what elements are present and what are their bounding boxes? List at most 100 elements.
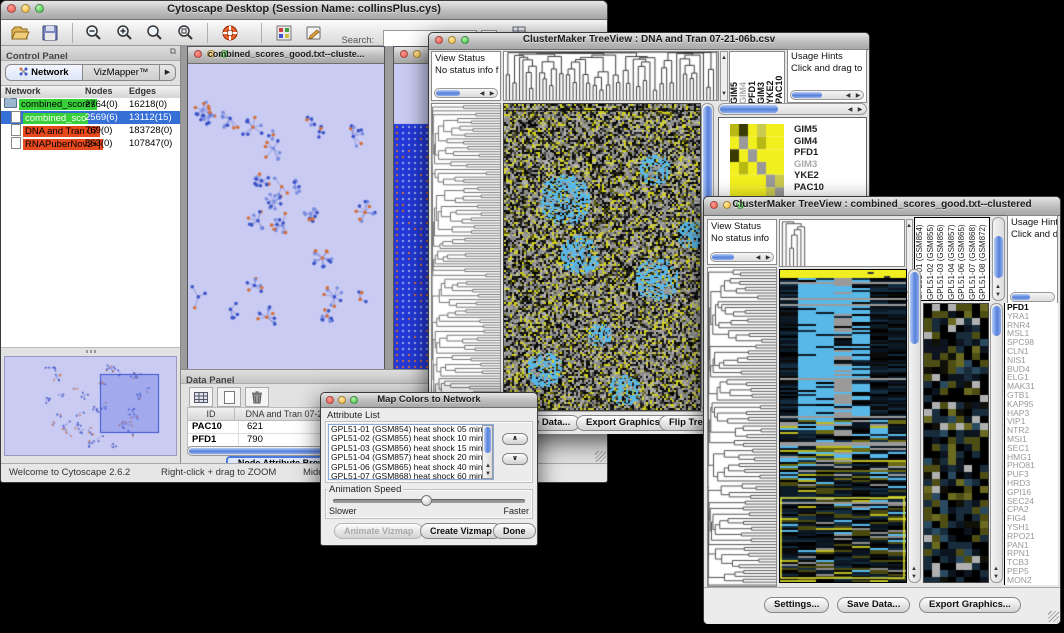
column-label[interactable]: PAC10 bbox=[775, 52, 784, 104]
network-view-2-titlebar[interactable] bbox=[394, 47, 428, 64]
scrollbar-thumb[interactable] bbox=[994, 236, 1003, 278]
move-up-button[interactable]: ∧ bbox=[502, 433, 528, 445]
scrollbar-thumb[interactable] bbox=[792, 92, 822, 98]
scrollbar-thumb[interactable] bbox=[992, 306, 1001, 336]
network-row[interactable]: RNAPuberNov2+|563(0)107847(0) bbox=[1, 137, 180, 150]
scrollbar-thumb[interactable] bbox=[484, 427, 491, 453]
resize-grip[interactable] bbox=[1048, 611, 1059, 622]
tab-overflow-button[interactable]: ▶ bbox=[160, 64, 176, 81]
column-label[interactable]: GPL51-04 (GSM857) bbox=[947, 218, 958, 300]
network-row[interactable]: combined_sco2569(6)13112(15) bbox=[1, 111, 180, 124]
network-row[interactable]: combined_scores2764(0)16218(0) bbox=[1, 98, 180, 111]
zoom-heatmap-canvas[interactable] bbox=[924, 304, 988, 582]
open-folder-icon[interactable] bbox=[10, 23, 30, 43]
create-vizmap-button[interactable]: Create Vizmap bbox=[420, 523, 502, 539]
help-lifering-icon[interactable] bbox=[220, 23, 240, 43]
zoom-selected-icon[interactable] bbox=[176, 23, 196, 43]
tab-network[interactable]: Network bbox=[5, 64, 83, 81]
col-header-nodes[interactable]: Nodes bbox=[85, 86, 113, 96]
scroll-down-icon[interactable]: ▼ bbox=[991, 573, 1001, 581]
scroll-right-icon[interactable]: ▶ bbox=[855, 106, 865, 114]
vizmapper-palette-icon[interactable] bbox=[274, 23, 294, 43]
tv2-hints-hscrollbar[interactable] bbox=[1010, 292, 1055, 302]
tab-vizmapper[interactable]: VizMapper™ bbox=[83, 64, 160, 81]
scroll-right-icon[interactable]: ▶ bbox=[487, 90, 497, 98]
scrollbar-thumb[interactable] bbox=[712, 254, 734, 260]
col-header-edges[interactable]: Edges bbox=[129, 86, 156, 96]
resize-grip[interactable] bbox=[595, 451, 606, 462]
gene-label[interactable]: PAC10 bbox=[792, 182, 862, 194]
attribute-item[interactable]: GPL51-07 (GSM868) heat shock 60 min bbox=[329, 472, 482, 480]
network-overview-canvas[interactable] bbox=[5, 357, 176, 455]
column-label[interactable]: GIM5 bbox=[730, 52, 739, 104]
heatmap-canvas[interactable] bbox=[504, 104, 700, 410]
gene-label[interactable]: YKE2 bbox=[792, 170, 862, 182]
column-label[interactable]: GPL51-06 (GSM865) bbox=[957, 218, 968, 300]
gene-label[interactable]: GIM3 bbox=[792, 159, 862, 171]
mini-matrix-canvas[interactable] bbox=[730, 124, 784, 200]
tv1-hints-hscrollbar[interactable]: ◀ ▶ bbox=[790, 90, 864, 100]
scroll-up-icon[interactable]: ▲ bbox=[991, 565, 1001, 573]
gene-label[interactable]: GIM5 bbox=[792, 124, 862, 136]
scroll-down-icon[interactable]: ▼ bbox=[993, 291, 1003, 299]
column-dendrogram-canvas[interactable] bbox=[504, 52, 718, 100]
tv1-status-hscrollbar[interactable]: ◀ ▶ bbox=[434, 88, 498, 98]
attribute-listbox[interactable]: GPL51-01 (GSM854) heat shock 05 minGPL51… bbox=[328, 424, 494, 480]
column-dendrogram-canvas[interactable] bbox=[780, 220, 904, 266]
scroll-up-icon[interactable]: ▲ bbox=[483, 462, 493, 470]
scroll-right-icon[interactable]: ▶ bbox=[853, 92, 863, 100]
column-label[interactable]: GIM4 bbox=[739, 52, 748, 104]
animate-vizmap-button[interactable]: Animate Vizmap bbox=[334, 523, 423, 539]
scroll-down-icon[interactable]: ▼ bbox=[720, 90, 728, 98]
scrollbar-thumb[interactable] bbox=[436, 90, 460, 96]
network-canvas[interactable] bbox=[188, 64, 384, 369]
gene-label[interactable]: PFD1 bbox=[792, 147, 862, 159]
scroll-up-icon[interactable]: ▲ bbox=[909, 565, 919, 573]
cytoscape-titlebar[interactable]: Cytoscape Desktop (Session Name: collins… bbox=[1, 1, 607, 20]
scroll-left-icon[interactable]: ◀ bbox=[843, 92, 853, 100]
row-dendrogram-canvas[interactable] bbox=[708, 268, 776, 586]
scrollbar-thumb[interactable] bbox=[1012, 294, 1030, 300]
scroll-left-icon[interactable]: ◀ bbox=[753, 254, 763, 262]
heatmap-canvas[interactable] bbox=[780, 270, 906, 582]
done-button[interactable]: Done bbox=[493, 523, 536, 539]
animation-slider[interactable] bbox=[333, 499, 525, 503]
zoom-in-icon[interactable] bbox=[115, 23, 135, 43]
column-label[interactable]: GPL51-02 (GSM855) bbox=[926, 218, 937, 300]
id-column-header[interactable]: ID bbox=[188, 408, 235, 420]
column-label[interactable]: GPL51-08 (GSM872) bbox=[978, 218, 989, 300]
slider-thumb[interactable] bbox=[421, 495, 432, 506]
column-label[interactable]: YKE2 bbox=[766, 52, 775, 104]
panel-splitter[interactable] bbox=[1, 347, 180, 355]
zoom-fit-icon[interactable] bbox=[145, 23, 165, 43]
column-label[interactable]: GPL51-07 (GSM868) bbox=[968, 218, 979, 300]
select-attributes-icon[interactable] bbox=[189, 387, 213, 407]
column-label[interactable]: GPL51-03 (GSM856) bbox=[936, 218, 947, 300]
treeview2-titlebar[interactable]: ClusterMaker TreeView : combined_scores_… bbox=[704, 197, 1060, 216]
scroll-up-icon[interactable]: ▲ bbox=[905, 222, 913, 230]
save-icon[interactable] bbox=[40, 23, 60, 43]
scrollbar-thumb[interactable] bbox=[720, 105, 778, 113]
tv2-top-vscrollbar[interactable]: ▲ ▼ bbox=[992, 217, 1005, 301]
network-row[interactable]: DNA and Tran 07769(0)183728(0) bbox=[1, 124, 180, 137]
gene-label[interactable]: GIM4 bbox=[792, 136, 862, 148]
listbox-vscrollbar[interactable]: ▲ ▼ bbox=[482, 425, 493, 479]
scroll-left-icon[interactable]: ◀ bbox=[845, 106, 855, 114]
minimize-icon[interactable] bbox=[413, 50, 421, 58]
settings-button[interactable]: Settings... bbox=[764, 597, 829, 613]
scroll-right-icon[interactable]: ▶ bbox=[763, 254, 773, 262]
annotation-icon[interactable] bbox=[304, 23, 324, 43]
delete-attribute-icon[interactable] bbox=[245, 387, 269, 407]
tv1-right-hscrollbar[interactable]: ◀ ▶ bbox=[718, 103, 867, 115]
tv2-heatmap-vscrollbar[interactable]: ▲ ▼ bbox=[908, 269, 921, 583]
scrollbar-thumb[interactable] bbox=[910, 272, 919, 344]
close-icon[interactable] bbox=[400, 50, 408, 58]
save-data-button[interactable]: Save Data... bbox=[837, 597, 910, 613]
new-attribute-icon[interactable] bbox=[217, 387, 241, 407]
move-down-button[interactable]: ∨ bbox=[502, 453, 528, 465]
zoom-out-icon[interactable] bbox=[84, 23, 104, 43]
scroll-left-icon[interactable]: ◀ bbox=[477, 90, 487, 98]
scroll-up-icon[interactable]: ▲ bbox=[720, 54, 728, 62]
scroll-down-icon[interactable]: ▼ bbox=[909, 573, 919, 581]
gene-label[interactable]: MON2 bbox=[1005, 576, 1058, 585]
